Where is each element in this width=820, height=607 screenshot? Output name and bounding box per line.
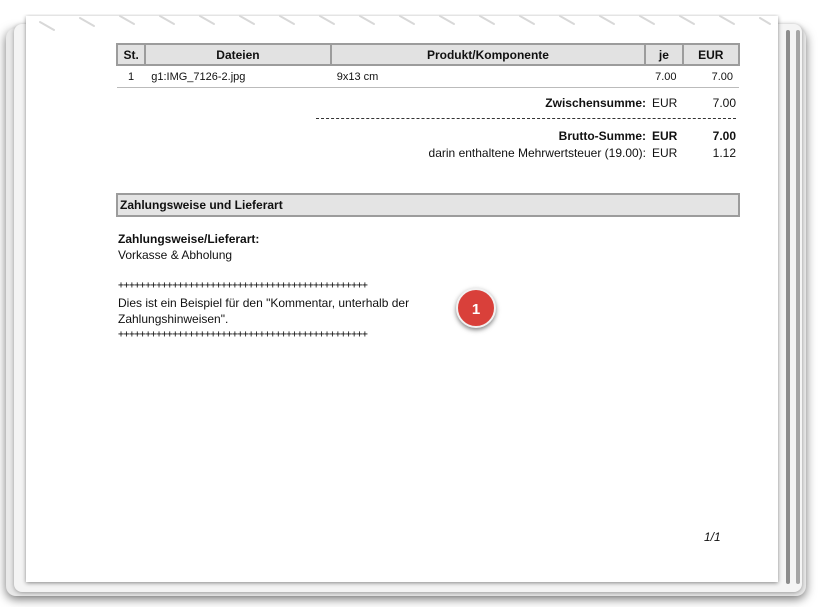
comment-line-2: Zahlungshinweisen". [118,312,229,326]
gross-total-value: 7.00 [712,129,736,143]
cell-unit-price: 7.00 [645,65,683,88]
cell-qty: 1 [117,65,146,88]
gross-total-label: Brutto-Summe: [558,129,646,143]
table-row: 1 g1:IMG_7126-2.jpg 9x13 cm 7.00 7.00 [117,65,739,88]
payment-method-heading: Zahlungsweise/Lieferart: [118,232,260,246]
comment-border-bottom: ++++++++++++++++++++++++++++++++++++++++… [118,329,368,340]
vat-label: darin enthaltene Mehrwertsteuer (19.00): [428,146,646,160]
page-edge [786,30,790,584]
document-page: St. Dateien Produkt/Komponente je EUR 1 … [26,16,778,582]
gross-total-currency: EUR [652,129,678,143]
column-header-unit-price: je [644,43,684,66]
cell-file: g1:IMG_7126-2.jpg [145,65,331,88]
column-header-total: EUR [681,43,741,66]
subtotal-label: Zwischensumme: [545,96,646,110]
comment-border-top: ++++++++++++++++++++++++++++++++++++++++… [118,280,368,291]
separator-line [316,118,736,119]
payment-method-value: Vorkasse & Abholung [118,248,233,262]
column-header-files: Dateien [144,43,332,66]
page-number: 1/1 [704,530,721,544]
column-header-qty: St. [115,43,147,66]
callout-badge: 1 [456,288,496,328]
comment-line-1: Dies ist ein Beispiel für den "Kommentar… [118,296,410,310]
vat-value: 1.12 [712,146,736,160]
subtotal-value: 7.00 [712,96,736,110]
cell-product: 9x13 cm [330,65,646,88]
order-items-table: St. Dateien Produkt/Komponente je EUR 1 … [115,43,741,88]
subtotal-currency: EUR [652,96,678,110]
page-edge [796,30,800,584]
column-header-product: Produkt/Komponente [329,43,647,66]
payment-section-header: Zahlungsweise und Lieferart [116,193,740,217]
vat-currency: EUR [652,146,678,160]
cell-total: 7.00 [682,65,739,88]
